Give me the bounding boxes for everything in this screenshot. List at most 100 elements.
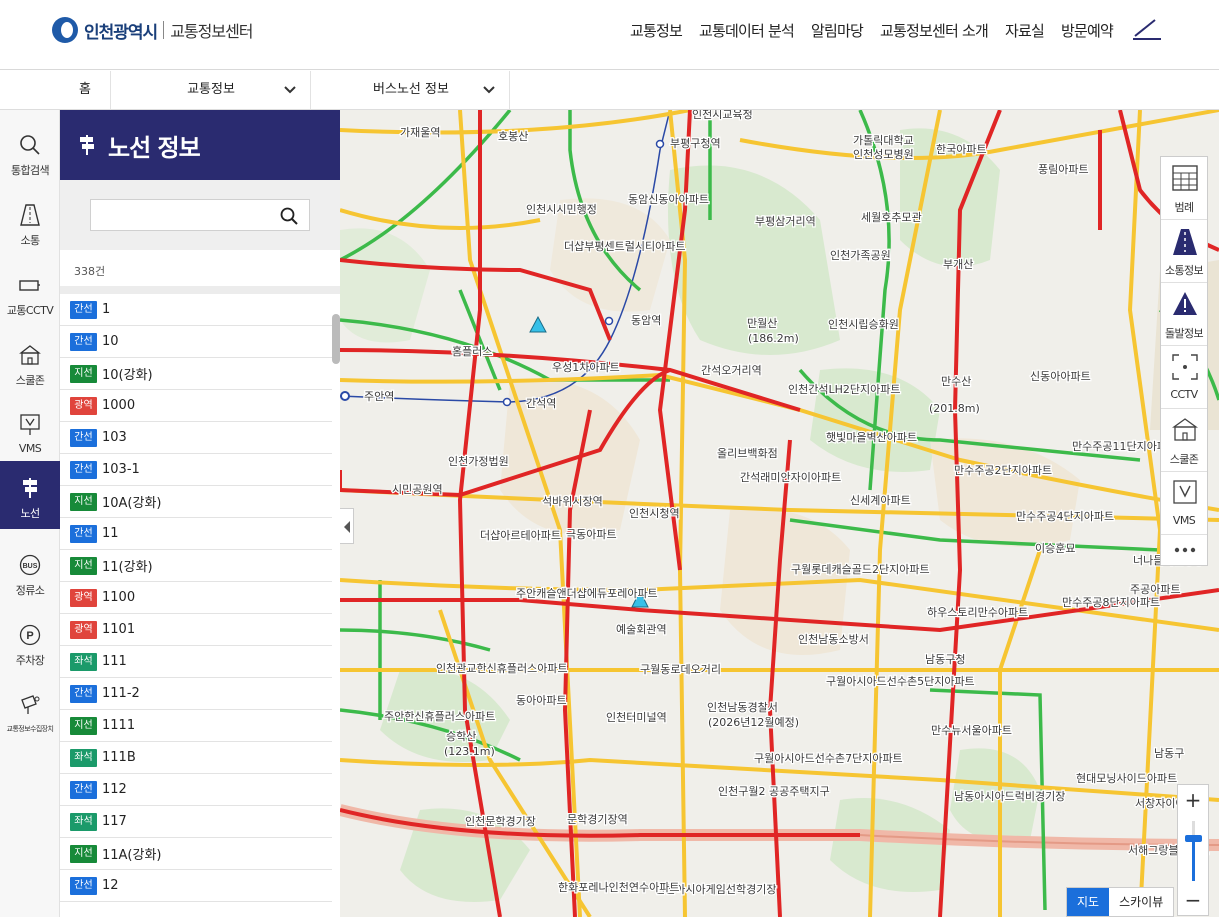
panel-scrollbar[interactable] [332,314,340,364]
map-place-label: (2026년12월예정) [708,716,799,729]
nav-resources[interactable]: 자료실 [1005,20,1045,41]
route-list-item[interactable]: 광역 1100 [60,582,332,614]
side-nav-vms[interactable]: VMS [0,398,60,466]
breadcrumb-level2-label: 버스노선 정보 [373,82,449,97]
route-panel: 노선 정보 338건 간선 1 간선 10 지선 10(강화) 광역 1000 간선 103 간선 1… [60,110,340,917]
map-place-label: (201.8m) [929,402,980,415]
side-nav-route[interactable]: 노선 [0,461,60,529]
breadcrumb-dropdown-level1[interactable]: 교통정보 [110,71,310,109]
route-sign-icon [80,135,94,155]
vms-icon [20,414,40,435]
tool-traffic-info[interactable]: 소통정보 [1161,220,1207,283]
zoom-slider[interactable] [1178,815,1208,885]
route-list-item[interactable]: 간선 103-1 [60,454,332,486]
route-list-item[interactable]: 간선 103 [60,422,332,454]
map-place-label: 인천시립승화원 [828,317,899,331]
route-type-badge: 지선 [70,492,97,511]
route-list-item[interactable]: 광역 1000 [60,390,332,422]
route-type-badge: 간선 [70,460,97,479]
side-nav-school-zone[interactable]: 스쿨존 [0,328,60,396]
panel-collapse-button[interactable] [340,508,354,544]
map-type-map-button[interactable]: 지도 [1067,888,1110,916]
route-type-badge: 간선 [70,524,97,543]
side-nav-label: 소통 [20,234,40,247]
route-type-badge: 간선 [70,300,97,319]
map-place-label: 남동아시아드럭비경기장 [954,790,1065,803]
map-place-label: 인천가정법원 [448,454,509,468]
map-place-label: 홈플러스 [452,344,492,358]
more-icon [1174,547,1196,553]
zoom-in-button[interactable]: + [1178,785,1208,815]
route-number: 117 [102,814,127,829]
tool-school-zone[interactable]: 스쿨존 [1161,409,1207,472]
breadcrumb-home[interactable]: 홈 [60,71,110,109]
route-list-item[interactable]: 간선 112 [60,774,332,806]
route-type-badge: 좌석 [70,812,97,831]
tool-legend[interactable]: 범례 [1161,157,1207,220]
route-search-box [90,199,310,231]
side-nav-collector[interactable]: 교통정보수집장치 [0,678,60,746]
map-place-label: 문학경기장역 [567,813,628,826]
route-type-badge: 간선 [70,684,97,703]
route-list-item[interactable]: 간선 11 [60,518,332,550]
route-list-item[interactable]: 지선 10A(강화) [60,486,332,518]
site-logo[interactable]: 인천광역시 교통정보센터 [52,16,254,44]
route-list-item[interactable]: 좌석 117 [60,806,332,838]
route-list-item[interactable]: 간선 12 [60,870,332,902]
map-view[interactable]: 가재울역 호봉산 인천시교육청 부평구청역 가톨릭대학교 인천성모병원 한국아파트 풍림아파트… [340,110,1219,917]
map-place-label: 만수주공8단지아파트 [1062,596,1160,609]
route-list-item[interactable]: 좌석 111 [60,646,332,678]
side-nav-cctv[interactable]: 교통CCTV [0,258,60,326]
side-nav-integrated-search[interactable]: 통합검색 [0,118,60,186]
nav-center-intro[interactable]: 교통정보센터 소개 [880,20,989,41]
route-list-item[interactable]: 간선 1 [60,294,332,326]
zoom-slider-handle[interactable] [1185,835,1202,842]
menu-pen-icon[interactable] [1131,18,1163,42]
zoom-level-fill [1192,841,1195,881]
route-list-item[interactable]: 간선 111-2 [60,678,332,710]
route-list-item[interactable]: 광역 1101 [60,614,332,646]
tool-cctv[interactable]: CCTV [1161,346,1207,409]
map-place-label: 구월아시아드선수촌5단지아파트 [826,675,975,688]
search-icon[interactable] [280,207,298,225]
route-number: 1000 [102,398,136,413]
map-place-label: 만월산 [747,317,777,330]
route-number: 10 [102,334,119,349]
nav-notice[interactable]: 알림마당 [811,20,864,41]
incident-warning-icon [529,315,547,333]
tool-label: CCTV [1170,388,1198,401]
cctv-icon [19,280,40,291]
map-place-label: 구월동로데오거리 [640,663,721,676]
nav-traffic-data-analysis[interactable]: 교통데이터 분석 [699,20,795,41]
map-place-label: 만수뉴서울아파트 [931,724,1012,737]
map-place-label: 구월아시아드선수촌7단지아파트 [754,752,903,765]
route-list-item[interactable]: 간선 10 [60,326,332,358]
warning-icon [1173,292,1197,315]
tool-incident-info[interactable]: 돌발정보 [1161,283,1207,346]
side-nav-traffic-flow[interactable]: 소통 [0,188,60,256]
nav-traffic-info[interactable]: 교통정보 [630,20,683,41]
route-list-item[interactable]: 지선 1111 [60,710,332,742]
breadcrumb-dropdown-level2[interactable]: 버스노선 정보 [310,71,510,109]
map-place-label: 부평삼거리역 [755,215,816,228]
side-nav-bus-stop[interactable]: BUS 정류소 [0,538,60,606]
side-nav-parking[interactable]: P 주차장 [0,608,60,676]
tool-more[interactable] [1161,535,1207,565]
route-list-item[interactable]: 지선 10(강화) [60,358,332,390]
map-place-label: 인천가족공원 [830,248,891,262]
logo-center-name: 교통정보센터 [170,22,253,41]
map-place-label: 동암신동아아파트 [628,193,709,206]
nav-visit-reservation[interactable]: 방문예약 [1061,20,1114,41]
tool-vms[interactable]: VMS [1161,472,1207,535]
route-number: 12 [102,878,119,893]
map-type-skyview-button[interactable]: 스카이뷰 [1109,888,1174,916]
route-type-badge: 광역 [70,588,97,607]
route-search-input[interactable] [91,200,271,230]
route-list-item[interactable]: 지선 11A(강화) [60,838,332,870]
zoom-out-button[interactable]: − [1178,885,1208,915]
route-list-item[interactable]: 좌석 111B [60,742,332,774]
map-place-label: 인천간석LH2단지아파트 [788,382,900,396]
route-list-item[interactable]: 지선 11(강화) [60,550,332,582]
traffic-map[interactable]: 가재울역 호봉산 인천시교육청부평구청역 가톨릭대학교인천성모병원 한국아파트풍림아파트… [340,110,1219,917]
breadcrumb-level1-label: 교통정보 [187,82,235,97]
